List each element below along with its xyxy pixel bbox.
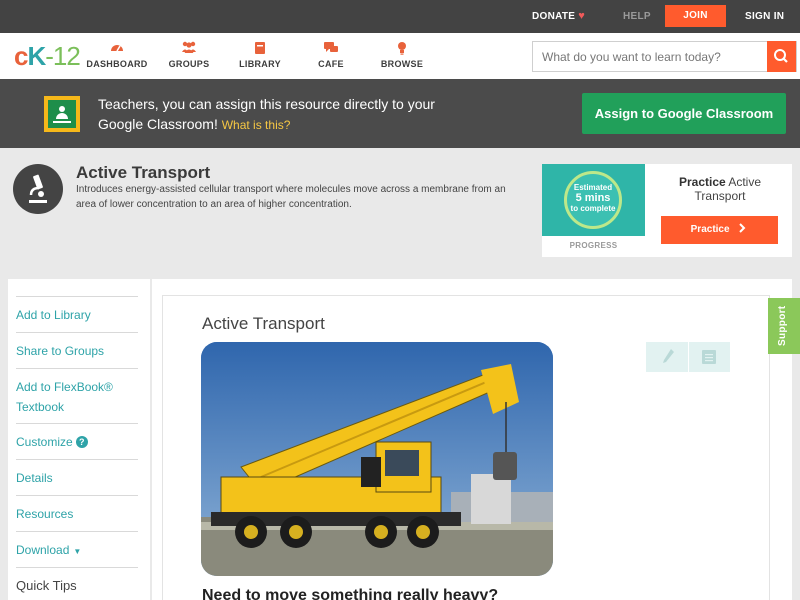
what-is-this-link[interactable]: What is this? (222, 118, 291, 132)
chevron-right-icon (739, 223, 746, 233)
sidebar-item-download[interactable]: Download ▼ (16, 531, 138, 567)
sidebar-item-label: Share to Groups (16, 344, 105, 358)
sidebar-item-resources[interactable]: Resources (16, 495, 138, 531)
progress-label: PROGRESS (569, 241, 618, 250)
practice-card: Estimated 5 mins to complete PROGRESS Pr… (542, 164, 792, 257)
section-heading: Need to move something really heavy? (202, 587, 499, 600)
sign-in-link[interactable]: SIGN IN (745, 0, 784, 33)
sidebar-item-share-to-groups[interactable]: Share to Groups (16, 332, 138, 368)
nav-dashboard-label: DASHBOARD (86, 59, 148, 69)
sidebar-item-label: Quick Tips (16, 578, 77, 593)
support-tab[interactable]: Support (768, 298, 800, 354)
cafe-icon (296, 41, 366, 57)
search-box (532, 41, 797, 72)
banner-text: Teachers, you can assign this resource d… (98, 94, 438, 135)
sidebar-item-label: Add to Library (16, 308, 91, 322)
estimate-text: Estimated 5 mins to complete (564, 183, 622, 214)
estimate-label: Estimated (573, 183, 613, 192)
main-nav: cK-12 DASHBOARD GROUPS LIBRARY CAFE BROW… (0, 33, 800, 79)
google-classroom-icon (44, 96, 80, 132)
microscope-icon (13, 164, 63, 214)
sidebar-item-label: Customize (16, 435, 73, 449)
sidebar-item-customize[interactable]: Customize? (16, 423, 138, 459)
search-input[interactable] (533, 42, 768, 71)
search-icon (774, 49, 788, 63)
content-title: Active Transport (202, 314, 325, 333)
nav-groups[interactable]: GROUPS (154, 41, 224, 69)
nav-library-label: LIBRARY (239, 59, 281, 69)
support-label: Support (777, 305, 788, 346)
sidebar-item-add-to-library[interactable]: Add to Library (16, 296, 138, 332)
nav-cafe[interactable]: CAFE (296, 41, 366, 69)
sidebar-item-label: Resources (16, 507, 74, 521)
dashboard-icon (82, 41, 152, 57)
join-button[interactable]: JOIN (665, 5, 726, 27)
nav-browse[interactable]: BROWSE (367, 41, 437, 69)
logo-dash: - (45, 41, 54, 71)
nav-cafe-label: CAFE (318, 59, 344, 69)
nav-groups-label: GROUPS (168, 59, 210, 69)
pencil-icon[interactable] (661, 348, 675, 371)
concept-title: Active Transport (76, 163, 211, 182)
donate-link[interactable]: DONATE ♥ (532, 0, 585, 33)
browse-icon (367, 41, 437, 57)
practice-title: Practice Active Transport (660, 175, 780, 203)
logo-k: K (27, 41, 46, 71)
notes-icon[interactable] (701, 349, 717, 370)
caret-down-icon: ▼ (73, 547, 82, 556)
sidebar-item-quick-tips[interactable]: Quick Tips (16, 567, 138, 600)
estimate-to-complete: to complete (570, 204, 616, 213)
donate-label: DONATE (532, 11, 576, 22)
sidebar: Add to Library Share to Groups Add to Fl… (8, 279, 150, 600)
sidebar-item-label: Add to FlexBook® Textbook (16, 380, 113, 414)
ck12-logo[interactable]: cK-12 (14, 41, 81, 71)
sidebar-item-label: Details (16, 471, 53, 485)
practice-title-bold: Practice (678, 175, 726, 189)
nav-dashboard[interactable]: DASHBOARD (82, 41, 152, 69)
tools-divider (688, 342, 689, 372)
practice-progress-image: Estimated 5 mins to complete (542, 164, 645, 236)
estimate-mins: 5 mins (575, 192, 611, 204)
logo-12: 12 (52, 41, 81, 71)
top-bar: DONATE ♥ HELP JOIN SIGN IN (0, 0, 800, 33)
sidebar-item-details[interactable]: Details (16, 459, 138, 495)
nav-library[interactable]: LIBRARY (225, 41, 295, 69)
practice-button[interactable]: Practice (661, 216, 778, 244)
help-icon[interactable]: ? (75, 436, 88, 448)
help-link[interactable]: HELP (623, 0, 651, 33)
assign-to-google-classroom-button[interactable]: Assign to Google Classroom (582, 93, 786, 134)
google-classroom-banner: Teachers, you can assign this resource d… (0, 79, 800, 148)
nav-browse-label: BROWSE (380, 59, 424, 69)
practice-button-label: Practice (690, 224, 730, 235)
crane-image (201, 342, 553, 576)
heart-icon: ♥ (578, 10, 586, 22)
logo-c: c (14, 41, 29, 71)
content-tools (646, 342, 730, 372)
sidebar-item-add-to-flexbook[interactable]: Add to FlexBook® Textbook (16, 368, 138, 423)
sidebar-item-label: Download (16, 543, 70, 557)
groups-icon (154, 41, 224, 57)
library-icon (225, 41, 295, 57)
concept-description: Introduces energy-assisted cellular tran… (76, 184, 506, 210)
search-button[interactable] (767, 41, 796, 72)
